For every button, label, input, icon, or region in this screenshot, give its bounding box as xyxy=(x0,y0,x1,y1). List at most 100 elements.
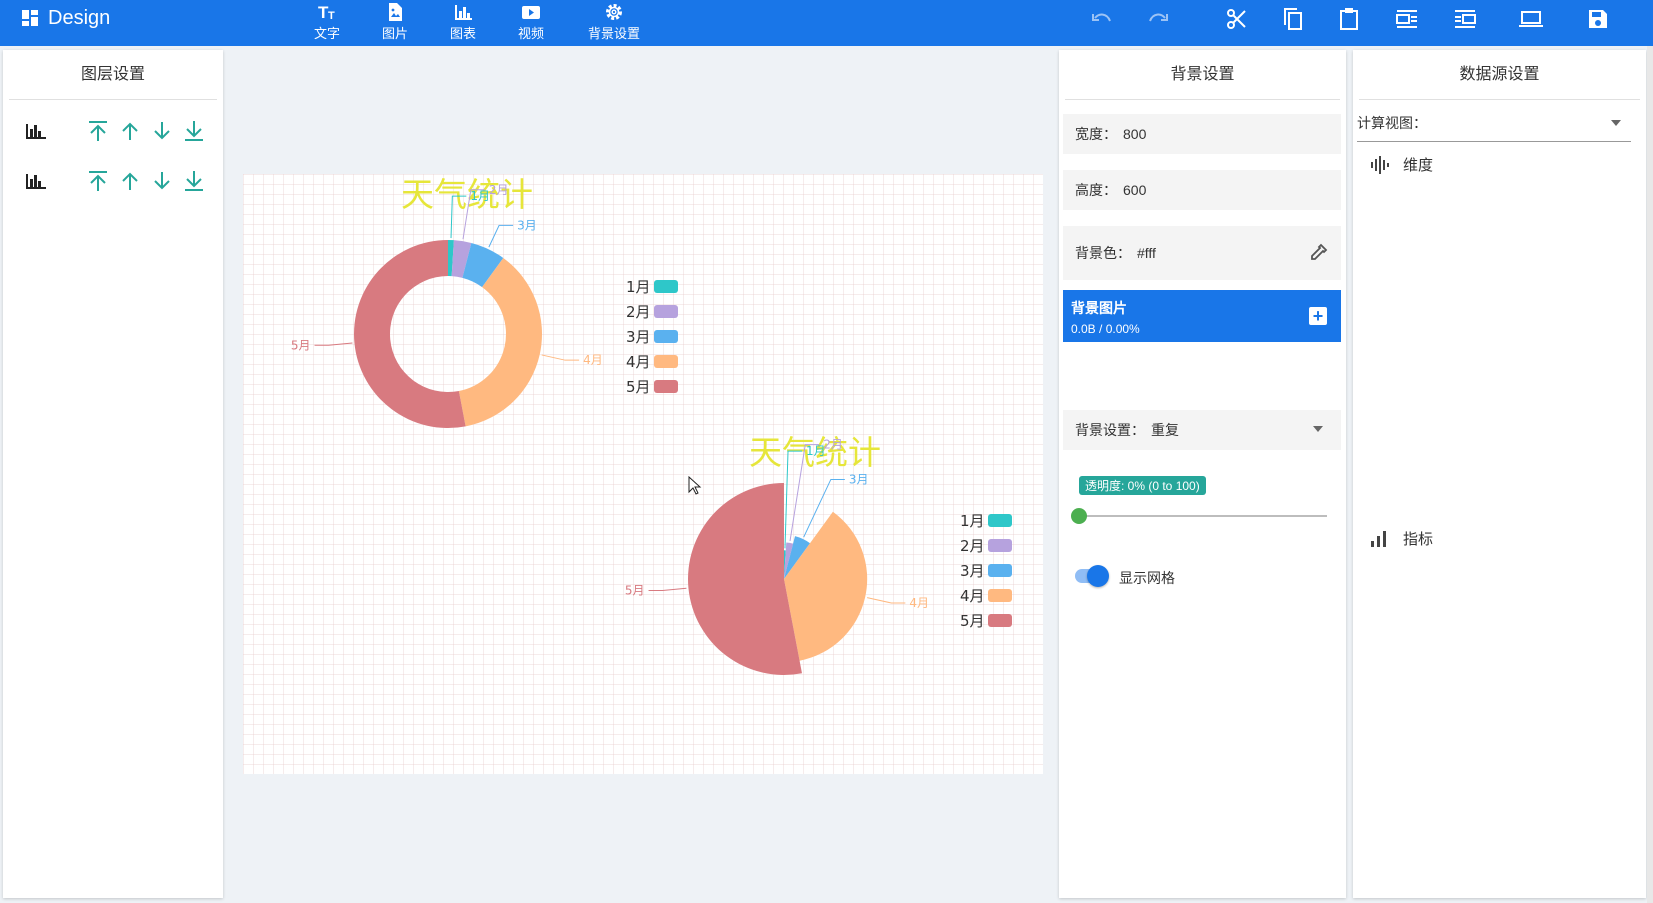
pie-slice xyxy=(784,511,868,661)
legend-label: 4月 xyxy=(960,587,985,605)
tool-text-label: 文字 xyxy=(313,26,340,41)
layer-actions xyxy=(83,166,209,196)
pie-slice-label: 1月 xyxy=(470,189,490,203)
compute-view-label: 计算视图： xyxy=(1357,114,1427,131)
legend-label: 2月 xyxy=(626,303,651,321)
app-title: Design xyxy=(48,6,111,29)
pie-slice-label: 5月 xyxy=(291,338,311,352)
move-up-icon[interactable] xyxy=(115,166,145,196)
move-top-icon[interactable] xyxy=(83,116,113,146)
legend-swatch xyxy=(654,330,678,343)
svg-text:T: T xyxy=(328,10,335,22)
chevron-down-icon xyxy=(1611,120,1621,126)
background-image-upload[interactable]: 背景图片 0.0B / 0.00% + xyxy=(1063,290,1341,342)
opacity-slider-track[interactable] xyxy=(1079,515,1327,517)
redo-icon[interactable] xyxy=(1143,4,1173,34)
pie-leader-line xyxy=(488,224,514,248)
metric-item[interactable]: 指标 xyxy=(1369,528,1433,549)
width-value[interactable]: 800 xyxy=(1123,126,1146,142)
align-left-icon[interactable] xyxy=(1392,4,1422,34)
bgcolor-value[interactable]: #fff xyxy=(1137,245,1156,261)
move-bottom-icon[interactable] xyxy=(179,116,209,146)
tool-text-button[interactable]: TT 文字 xyxy=(292,2,362,42)
copy-icon[interactable] xyxy=(1278,4,1308,34)
tool-chart-button[interactable]: 图表 xyxy=(428,2,498,42)
layers-panel-title: 图层设置 xyxy=(9,50,217,100)
tool-video-label: 视频 xyxy=(517,26,544,41)
background-image-progress: 0.0B / 0.00% xyxy=(1071,322,1140,336)
legend-swatch xyxy=(988,564,1012,577)
grid-toggle-label: 显示网格 xyxy=(1119,570,1175,586)
width-field[interactable]: 宽度： 800 xyxy=(1063,114,1341,154)
repeat-value[interactable]: 重复 xyxy=(1151,420,1179,440)
legend-label: 3月 xyxy=(626,328,651,346)
pie-leader-line xyxy=(648,587,687,591)
bgcolor-label: 背景色： xyxy=(1075,245,1131,261)
preview-icon[interactable] xyxy=(1516,4,1546,34)
background-panel: 背景设置 宽度： 800 高度： 600 背景色： #fff 背景图片 0.0B… xyxy=(1059,50,1346,898)
bgcolor-field[interactable]: 背景色： #fff xyxy=(1063,226,1341,280)
design-canvas[interactable]: 天气统计 天气统计 1月 2月 3月 4月 5月 1月 2月 3月 4月 5月 1月 2月 3月 4月 5月… xyxy=(243,174,1043,774)
tool-image-label: 图片 xyxy=(381,26,408,41)
move-down-icon[interactable] xyxy=(147,116,177,146)
charts-layer[interactable]: 1月2月3月4月5月1月2月3月4月5月1月2月3月4月5月1月2月3月4月5月 xyxy=(243,174,1043,774)
save-icon[interactable] xyxy=(1583,4,1613,34)
chevron-down-icon xyxy=(1313,426,1323,432)
pie-slice-label: 4月 xyxy=(583,353,603,367)
tool-image-button[interactable]: 图片 xyxy=(360,2,430,42)
legend-swatch xyxy=(654,355,678,368)
grid-toggle[interactable] xyxy=(1087,565,1109,587)
legend-label: 1月 xyxy=(626,278,651,296)
legend-swatch xyxy=(988,614,1012,627)
pie-leader-line xyxy=(789,444,820,541)
pie-slice-label: 5月 xyxy=(625,583,645,597)
paste-icon[interactable] xyxy=(1334,4,1364,34)
eyedropper-icon[interactable] xyxy=(1307,242,1329,264)
tool-background-button[interactable]: 背景设置 xyxy=(578,2,650,42)
move-down-icon[interactable] xyxy=(147,166,177,196)
add-image-icon[interactable]: + xyxy=(1309,307,1327,325)
tool-background-label: 背景设置 xyxy=(587,26,640,41)
legend-swatch xyxy=(654,380,678,393)
pie-slice-label: 2月 xyxy=(489,183,509,197)
metric-icon xyxy=(1371,530,1386,547)
move-top-icon[interactable] xyxy=(83,166,113,196)
dimension-label: 维度 xyxy=(1403,157,1434,174)
video-icon xyxy=(522,6,540,19)
repeat-select[interactable]: 背景设置： 重复 xyxy=(1063,410,1341,450)
tool-chart-label: 图表 xyxy=(449,26,476,41)
compute-view-select[interactable]: 计算视图： xyxy=(1357,104,1631,142)
opacity-badge: 透明度: 0% (0 to 100) xyxy=(1079,476,1206,495)
legend-label: 3月 xyxy=(960,562,985,580)
legend-label: 1月 xyxy=(960,512,985,530)
text-icon: TT xyxy=(318,3,335,22)
pie-leader-line xyxy=(867,597,906,604)
move-up-icon[interactable] xyxy=(115,116,145,146)
move-bottom-icon[interactable] xyxy=(179,166,209,196)
height-value[interactable]: 600 xyxy=(1123,182,1146,198)
dimension-item[interactable]: 维度 xyxy=(1369,154,1433,175)
chart-icon xyxy=(455,5,472,20)
legend-swatch xyxy=(988,514,1012,527)
bar-chart-icon xyxy=(26,174,46,189)
dashboard-icon xyxy=(22,10,38,26)
legend-swatch xyxy=(988,539,1012,552)
height-field[interactable]: 高度： 600 xyxy=(1063,170,1341,210)
opacity-slider-thumb[interactable] xyxy=(1071,508,1087,524)
legend-swatch xyxy=(654,305,678,318)
tool-video-button[interactable]: 视频 xyxy=(496,2,566,42)
legend-label: 2月 xyxy=(960,537,985,555)
pie-leader-line xyxy=(541,354,580,361)
undo-icon[interactable] xyxy=(1087,4,1117,34)
background-image-label: 背景图片 xyxy=(1071,300,1127,316)
brand: Design xyxy=(22,5,110,31)
cut-icon[interactable] xyxy=(1222,4,1252,34)
datasource-panel-title: 数据源设置 xyxy=(1359,50,1640,100)
layers-panel: 图层设置 xyxy=(3,50,223,898)
bar-chart-icon xyxy=(26,124,46,139)
layer-item[interactable] xyxy=(25,116,47,146)
align-right-icon[interactable] xyxy=(1450,4,1480,34)
layer-item[interactable] xyxy=(25,166,47,196)
pie-slice-label: 2月 xyxy=(823,438,843,452)
window-scrollbar[interactable] xyxy=(1647,46,1653,903)
